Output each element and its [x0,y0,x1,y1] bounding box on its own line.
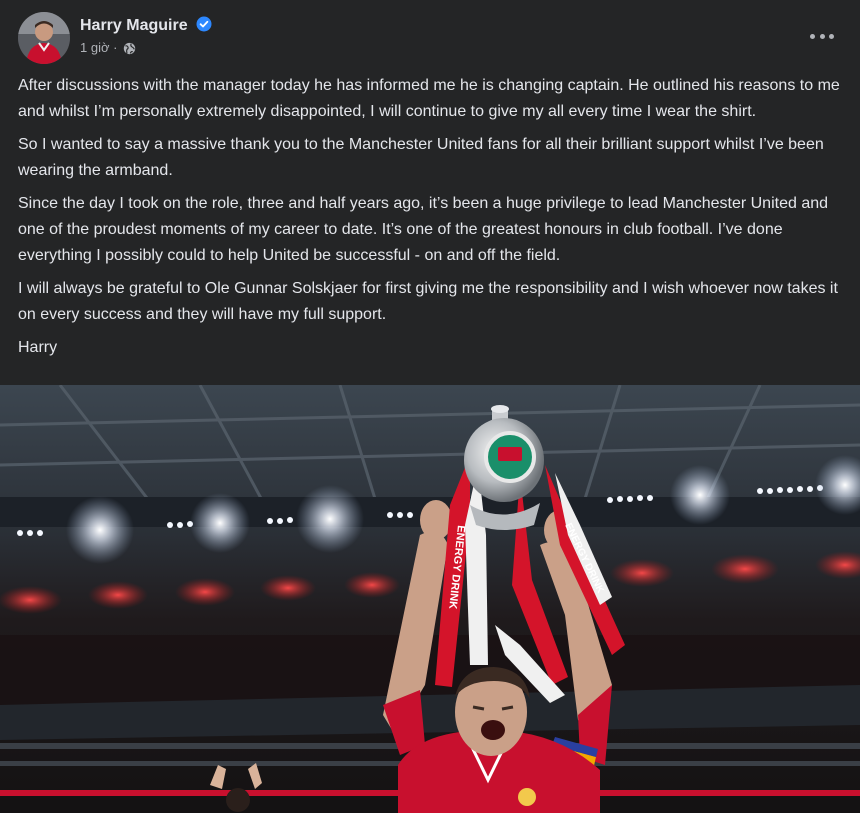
globe-icon[interactable] [121,40,136,55]
post-paragraph: After discussions with the manager today… [18,77,840,120]
meta-separator: · [113,40,118,55]
post-timestamp[interactable]: 1 giờ [80,40,110,55]
more-dot [819,33,825,39]
avatar[interactable] [18,12,70,64]
more-dot [829,33,834,39]
author-name[interactable]: Harry Maguire [80,16,212,37]
post-meta: 1 giờ · [80,40,136,55]
post-paragraph: Since the day I took on the role, three … [18,195,829,264]
post-text: After discussions with the manager today… [18,73,848,368]
post-paragraph: So I wanted to say a massive thank you t… [18,136,824,179]
post-header: Harry Maguire 1 giờ · [18,12,842,64]
post-signature: Harry [18,339,58,356]
verified-badge-icon [196,16,212,37]
author-name-text[interactable]: Harry Maguire [80,17,188,34]
post-paragraph: I will always be grateful to Ole Gunnar … [18,280,838,323]
facebook-post: Harry Maguire 1 giờ · After discussions … [0,0,860,813]
more-dot [810,33,815,39]
more-options-icon[interactable] [810,26,834,46]
post-photo[interactable]: ENERGY DRINK ENERGY DRINK [0,385,860,813]
